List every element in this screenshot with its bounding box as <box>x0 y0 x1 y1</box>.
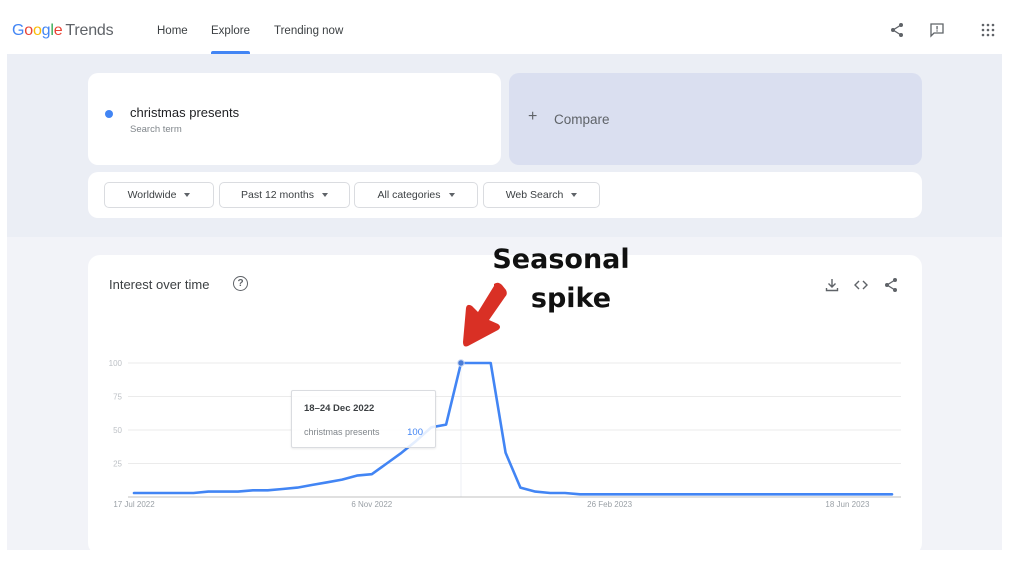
caret-down-icon <box>571 193 578 197</box>
apps-grid-icon[interactable] <box>980 22 996 38</box>
logo-letter: o <box>24 22 33 39</box>
logo-letter: e <box>53 22 63 39</box>
share-icon[interactable] <box>883 277 899 293</box>
nav-explore[interactable]: Explore <box>211 25 250 37</box>
search-type-filter-label: Web Search <box>505 189 564 201</box>
download-icon[interactable] <box>824 277 840 293</box>
tooltip-date: 18–24 Dec 2022 <box>304 403 375 414</box>
tooltip-term: christmas presents <box>304 427 380 437</box>
feedback-icon[interactable] <box>929 22 945 38</box>
logo-product-name: Trends <box>65 22 114 39</box>
share-icon[interactable] <box>889 22 905 38</box>
search-term-type: Search term <box>130 124 182 135</box>
compare-button[interactable]: + Compare <box>509 73 922 165</box>
term-color-dot <box>105 110 113 118</box>
red-arrow-icon <box>463 282 507 347</box>
logo-letter: G <box>12 22 25 39</box>
nav-trending-now[interactable]: Trending now <box>274 25 343 37</box>
time-range-filter-dropdown[interactable]: Past 12 months <box>219 182 350 208</box>
logo-letter: o <box>32 22 42 39</box>
caret-down-icon <box>184 193 191 197</box>
time-range-filter-label: Past 12 months <box>241 189 314 201</box>
category-filter-label: All categories <box>377 189 441 201</box>
search-type-filter-dropdown[interactable]: Web Search <box>483 182 600 208</box>
caret-down-icon <box>448 193 455 197</box>
region-filter-label: Worldwide <box>127 189 177 201</box>
top-bar: Google Trends Home Explore Trending now <box>0 0 1024 54</box>
help-icon[interactable]: ? <box>233 276 248 291</box>
search-term-name[interactable]: christmas presents <box>130 105 239 120</box>
google-trends-logo[interactable]: Google Trends <box>12 22 114 40</box>
caret-down-icon <box>321 193 328 197</box>
compare-label: Compare <box>554 112 610 127</box>
chart-title: Interest over time <box>109 277 210 292</box>
category-filter-dropdown[interactable]: All categories <box>354 182 478 208</box>
annotation-line-1: Seasonal <box>492 244 630 275</box>
nav-home[interactable]: Home <box>157 25 188 37</box>
chart-tooltip: 18–24 Dec 2022 christmas presents 100 <box>291 390 436 448</box>
embed-code-icon[interactable] <box>853 277 869 293</box>
filters-bar: Worldwide Past 12 months All categories … <box>88 172 922 218</box>
search-term-card[interactable]: christmas presents Search term <box>88 73 501 165</box>
plus-icon: + <box>528 108 538 125</box>
tooltip-value: 100 <box>407 427 423 438</box>
region-filter-dropdown[interactable]: Worldwide <box>104 182 214 208</box>
